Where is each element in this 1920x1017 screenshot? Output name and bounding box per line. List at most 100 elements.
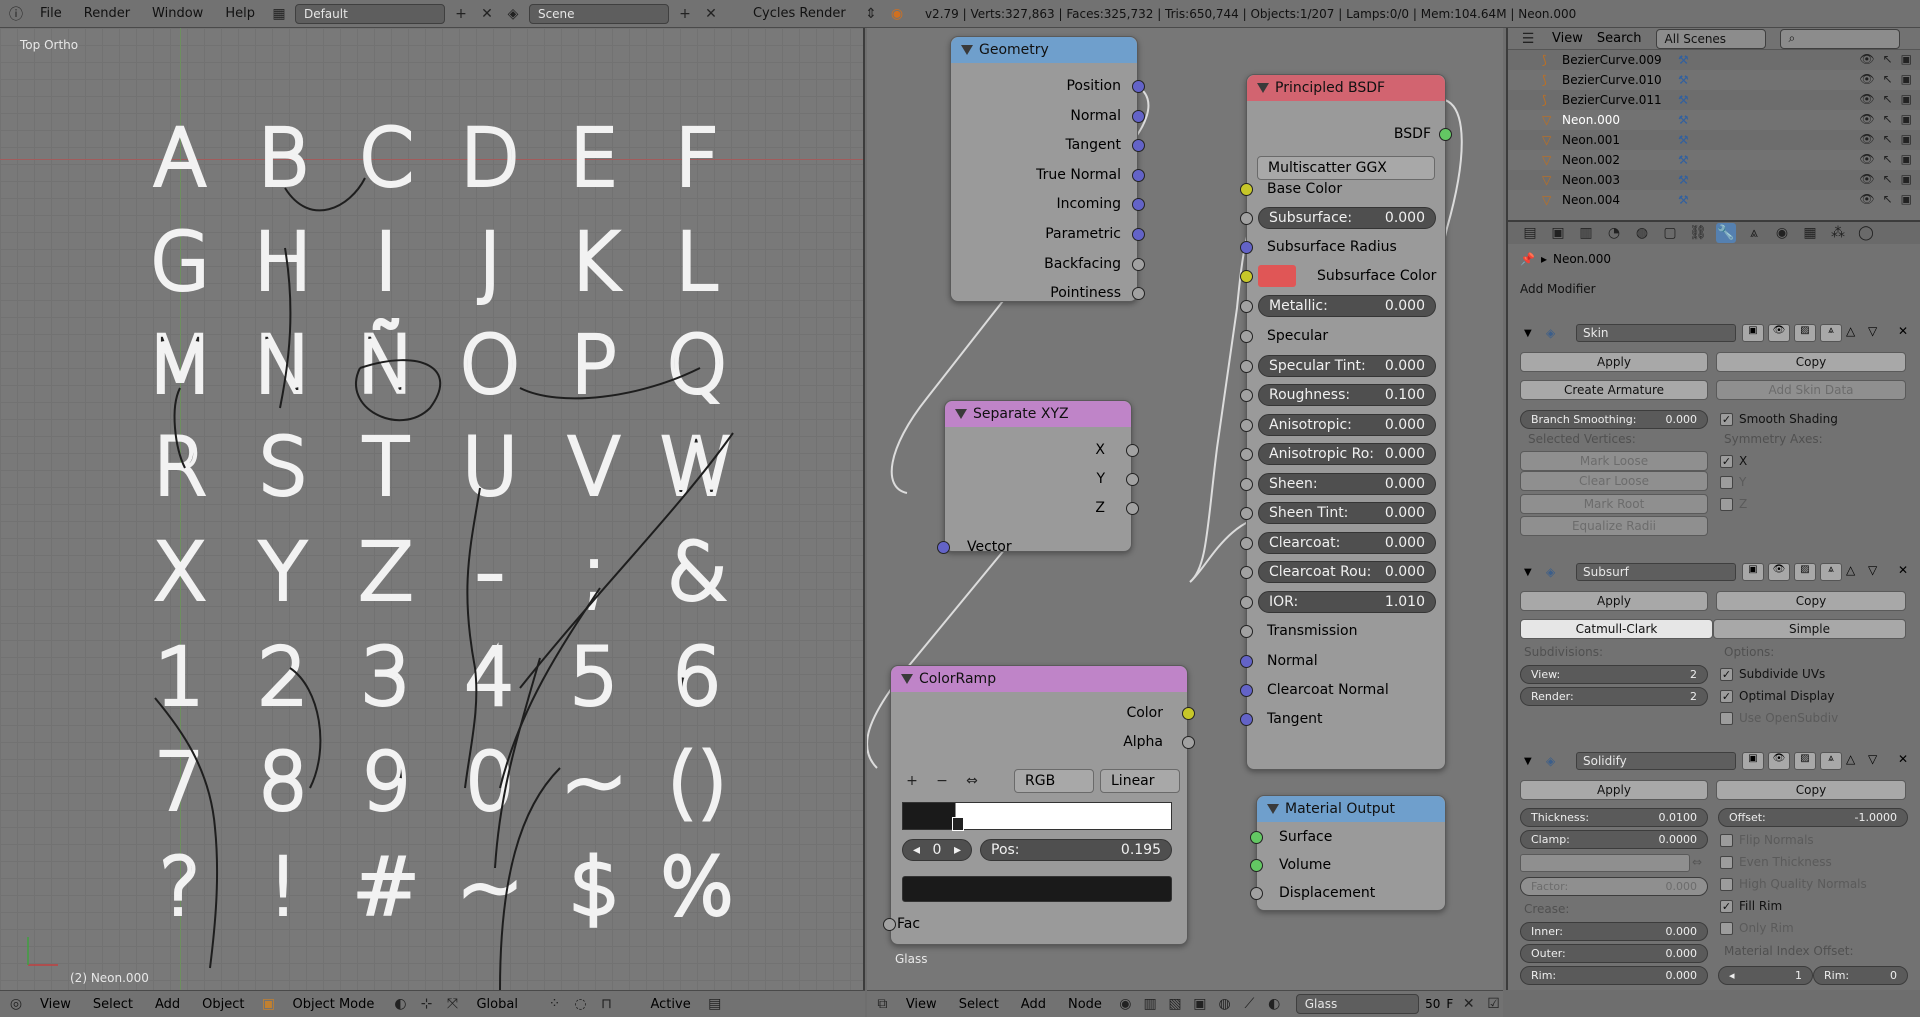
bsdf-output-socket[interactable]: BSDF: [1267, 122, 1431, 146]
socket-dot-icon[interactable]: [1132, 257, 1145, 271]
layers-tab-icon[interactable]: ▥: [1576, 223, 1596, 243]
modifier-name-field[interactable]: Solidify: [1576, 752, 1736, 770]
layout-grid-icon[interactable]: ▦: [269, 4, 289, 24]
cage-toggle-icon[interactable]: ⩓: [1820, 324, 1842, 342]
remove-modifier-icon[interactable]: ✕: [1898, 324, 1908, 338]
cage-toggle-icon[interactable]: ⩓: [1820, 563, 1842, 581]
fill-rim-checkbox[interactable]: ✓ Fill Rim: [1720, 899, 1782, 913]
camera-render-icon[interactable]: ▣: [1901, 112, 1912, 126]
color-mode-select[interactable]: RGB: [1014, 769, 1094, 793]
material-tab-icon[interactable]: ◉: [1772, 223, 1792, 243]
create-armature-button[interactable]: Create Armature: [1520, 380, 1708, 400]
socket-dot-icon[interactable]: [1240, 183, 1253, 196]
modifier-name-field[interactable]: Skin: [1576, 324, 1736, 342]
socket-dot-icon[interactable]: [1240, 596, 1253, 609]
eye-icon[interactable]: 👁: [1859, 192, 1874, 206]
add-modifier-menu[interactable]: Add Modifier: [1520, 282, 1596, 296]
geometry-output-socket[interactable]: Position: [957, 74, 1121, 98]
camera-render-icon[interactable]: ▣: [1901, 92, 1912, 106]
ramp-stop-handle-icon[interactable]: [952, 817, 964, 831]
geometry-output-socket[interactable]: Pointiness: [957, 281, 1121, 305]
camera-render-icon[interactable]: ▣: [1901, 152, 1912, 166]
xyz-output-socket[interactable]: Z: [957, 496, 1105, 520]
even-thickness-checkbox[interactable]: Even Thickness: [1720, 855, 1832, 869]
pivot-icon[interactable]: ⊹: [416, 994, 436, 1014]
render-toggle-icon[interactable]: ▣: [1742, 563, 1764, 581]
principled-bsdf-node-header[interactable]: Principled BSDF: [1247, 75, 1445, 101]
viewport-menu-view[interactable]: View: [32, 997, 79, 1012]
node-editor[interactable]: Geometry Separate XYZ ColorRamp Principl…: [867, 28, 1503, 990]
interpolation-select[interactable]: Linear: [1100, 769, 1180, 793]
lineset-type-icon[interactable]: ⟋: [1240, 994, 1259, 1014]
invert-vertex-group-icon[interactable]: ⇔: [1692, 855, 1702, 869]
render-tab-icon[interactable]: ▣: [1548, 223, 1568, 243]
principled-input-socket[interactable]: Subsurface Color: [1317, 264, 1442, 288]
offset-field[interactable]: Offset: -1.0000: [1718, 808, 1908, 827]
socket-dot-icon[interactable]: [1126, 444, 1139, 457]
socket-dot-icon[interactable]: [1240, 270, 1253, 283]
stop-position-field[interactable]: Pos: 0.195: [980, 839, 1172, 861]
socket-dot-icon[interactable]: [1240, 655, 1253, 668]
separate-xyz-node-header[interactable]: Separate XYZ: [945, 401, 1131, 427]
modifier-header[interactable]: ▼ ◈ Solidify ▣ 👁 ▨ ⩓ △ ▽ ✕: [1508, 750, 1920, 772]
vertex-group-field[interactable]: [1520, 854, 1690, 872]
clear-loose-button[interactable]: Clear Loose: [1520, 471, 1708, 491]
principled-input-socket[interactable]: Specular: [1267, 324, 1437, 348]
principled-value-field[interactable]: Clearcoat Rou: 0.000: [1258, 561, 1436, 583]
optimal-display-checkbox[interactable]: ✓ Optimal Display: [1720, 689, 1835, 703]
socket-dot-icon[interactable]: [1126, 473, 1139, 486]
socket-dot-icon[interactable]: [937, 541, 950, 554]
eye-icon[interactable]: 👁: [1859, 92, 1874, 106]
viewport-toggle-icon[interactable]: 👁: [1768, 563, 1790, 581]
render-preview-icon[interactable]: ▤: [705, 994, 725, 1014]
properties-editor-type-icon[interactable]: ▤: [1520, 223, 1540, 243]
arrow-left-icon[interactable]: ◂: [913, 842, 920, 858]
color-ramp-gradient[interactable]: [902, 802, 1172, 831]
mode-select[interactable]: Object Mode: [284, 997, 384, 1012]
use-opensubdiv-checkbox[interactable]: Use OpenSubdiv: [1720, 711, 1838, 725]
material-offset-rim-field[interactable]: Rim: 0: [1813, 966, 1908, 985]
add-stop-icon[interactable]: +: [902, 771, 922, 791]
skin-apply-button[interactable]: Apply: [1520, 352, 1708, 372]
mark-root-button[interactable]: Mark Root: [1520, 494, 1708, 514]
symmetry-x-checkbox[interactable]: ✓ X: [1720, 454, 1747, 468]
camera-render-icon[interactable]: ▣: [1901, 172, 1912, 186]
outliner-item[interactable]: ▽ Neon.004 ⚒ 👁 ↖ ▣: [1508, 190, 1920, 210]
socket-dot-icon[interactable]: [1240, 330, 1253, 343]
viewport-menu-select[interactable]: Select: [85, 997, 141, 1012]
geometry-output-socket[interactable]: Normal: [957, 104, 1121, 128]
crease-outer-field[interactable]: Outer: 0.000: [1520, 944, 1708, 963]
unlink-material-icon[interactable]: ✕: [1459, 994, 1478, 1014]
socket-dot-icon[interactable]: [1240, 419, 1253, 432]
eye-icon[interactable]: 👁: [1859, 132, 1874, 146]
modifiers-tab-icon[interactable]: 🔧: [1716, 223, 1736, 243]
editmode-toggle-icon[interactable]: ▨: [1794, 563, 1816, 581]
node-menu-select[interactable]: Select: [951, 997, 1007, 1012]
flip-normals-checkbox[interactable]: Flip Normals: [1720, 833, 1814, 847]
modifier-name-field[interactable]: Subsurf: [1576, 563, 1736, 581]
principled-value-field[interactable]: Anisotropic: 0.000: [1258, 414, 1436, 436]
socket-dot-icon[interactable]: [883, 918, 896, 931]
move-up-icon[interactable]: △: [1846, 563, 1855, 577]
outliner-menu-view[interactable]: View: [1552, 31, 1583, 46]
colorramp-fac-input[interactable]: Fac: [897, 912, 997, 936]
viewport-editor-type-icon[interactable]: ◎: [6, 994, 26, 1014]
render-toggle-icon[interactable]: ▣: [1742, 752, 1764, 770]
viewport-menu-add[interactable]: Add: [147, 997, 188, 1012]
socket-dot-icon[interactable]: [1182, 707, 1195, 720]
cage-toggle-icon[interactable]: ⩓: [1820, 752, 1842, 770]
scene-field[interactable]: Scene: [528, 3, 669, 24]
outliner-menu-search[interactable]: Search: [1597, 31, 1642, 46]
move-up-icon[interactable]: △: [1846, 324, 1855, 338]
outliner-item[interactable]: ⟆ BezierCurve.010 ⚒ 👁 ↖ ▣: [1508, 70, 1920, 90]
outliner-item[interactable]: ▽ Neon.000 ⚒ 👁 ↖ ▣: [1508, 110, 1920, 130]
use-nodes-checkbox-icon[interactable]: ☑: [1484, 994, 1503, 1014]
socket-dot-icon[interactable]: [1132, 168, 1145, 182]
layers-icon[interactable]: ⁘: [544, 994, 564, 1014]
symmetry-y-checkbox[interactable]: Y: [1720, 475, 1746, 489]
socket-dot-icon[interactable]: [1240, 537, 1253, 550]
subsurf-apply-button[interactable]: Apply: [1520, 591, 1708, 611]
camera-render-icon[interactable]: ▣: [1901, 52, 1912, 66]
cursor-select-icon[interactable]: ↖: [1883, 172, 1893, 186]
socket-dot-icon[interactable]: [1240, 389, 1253, 402]
